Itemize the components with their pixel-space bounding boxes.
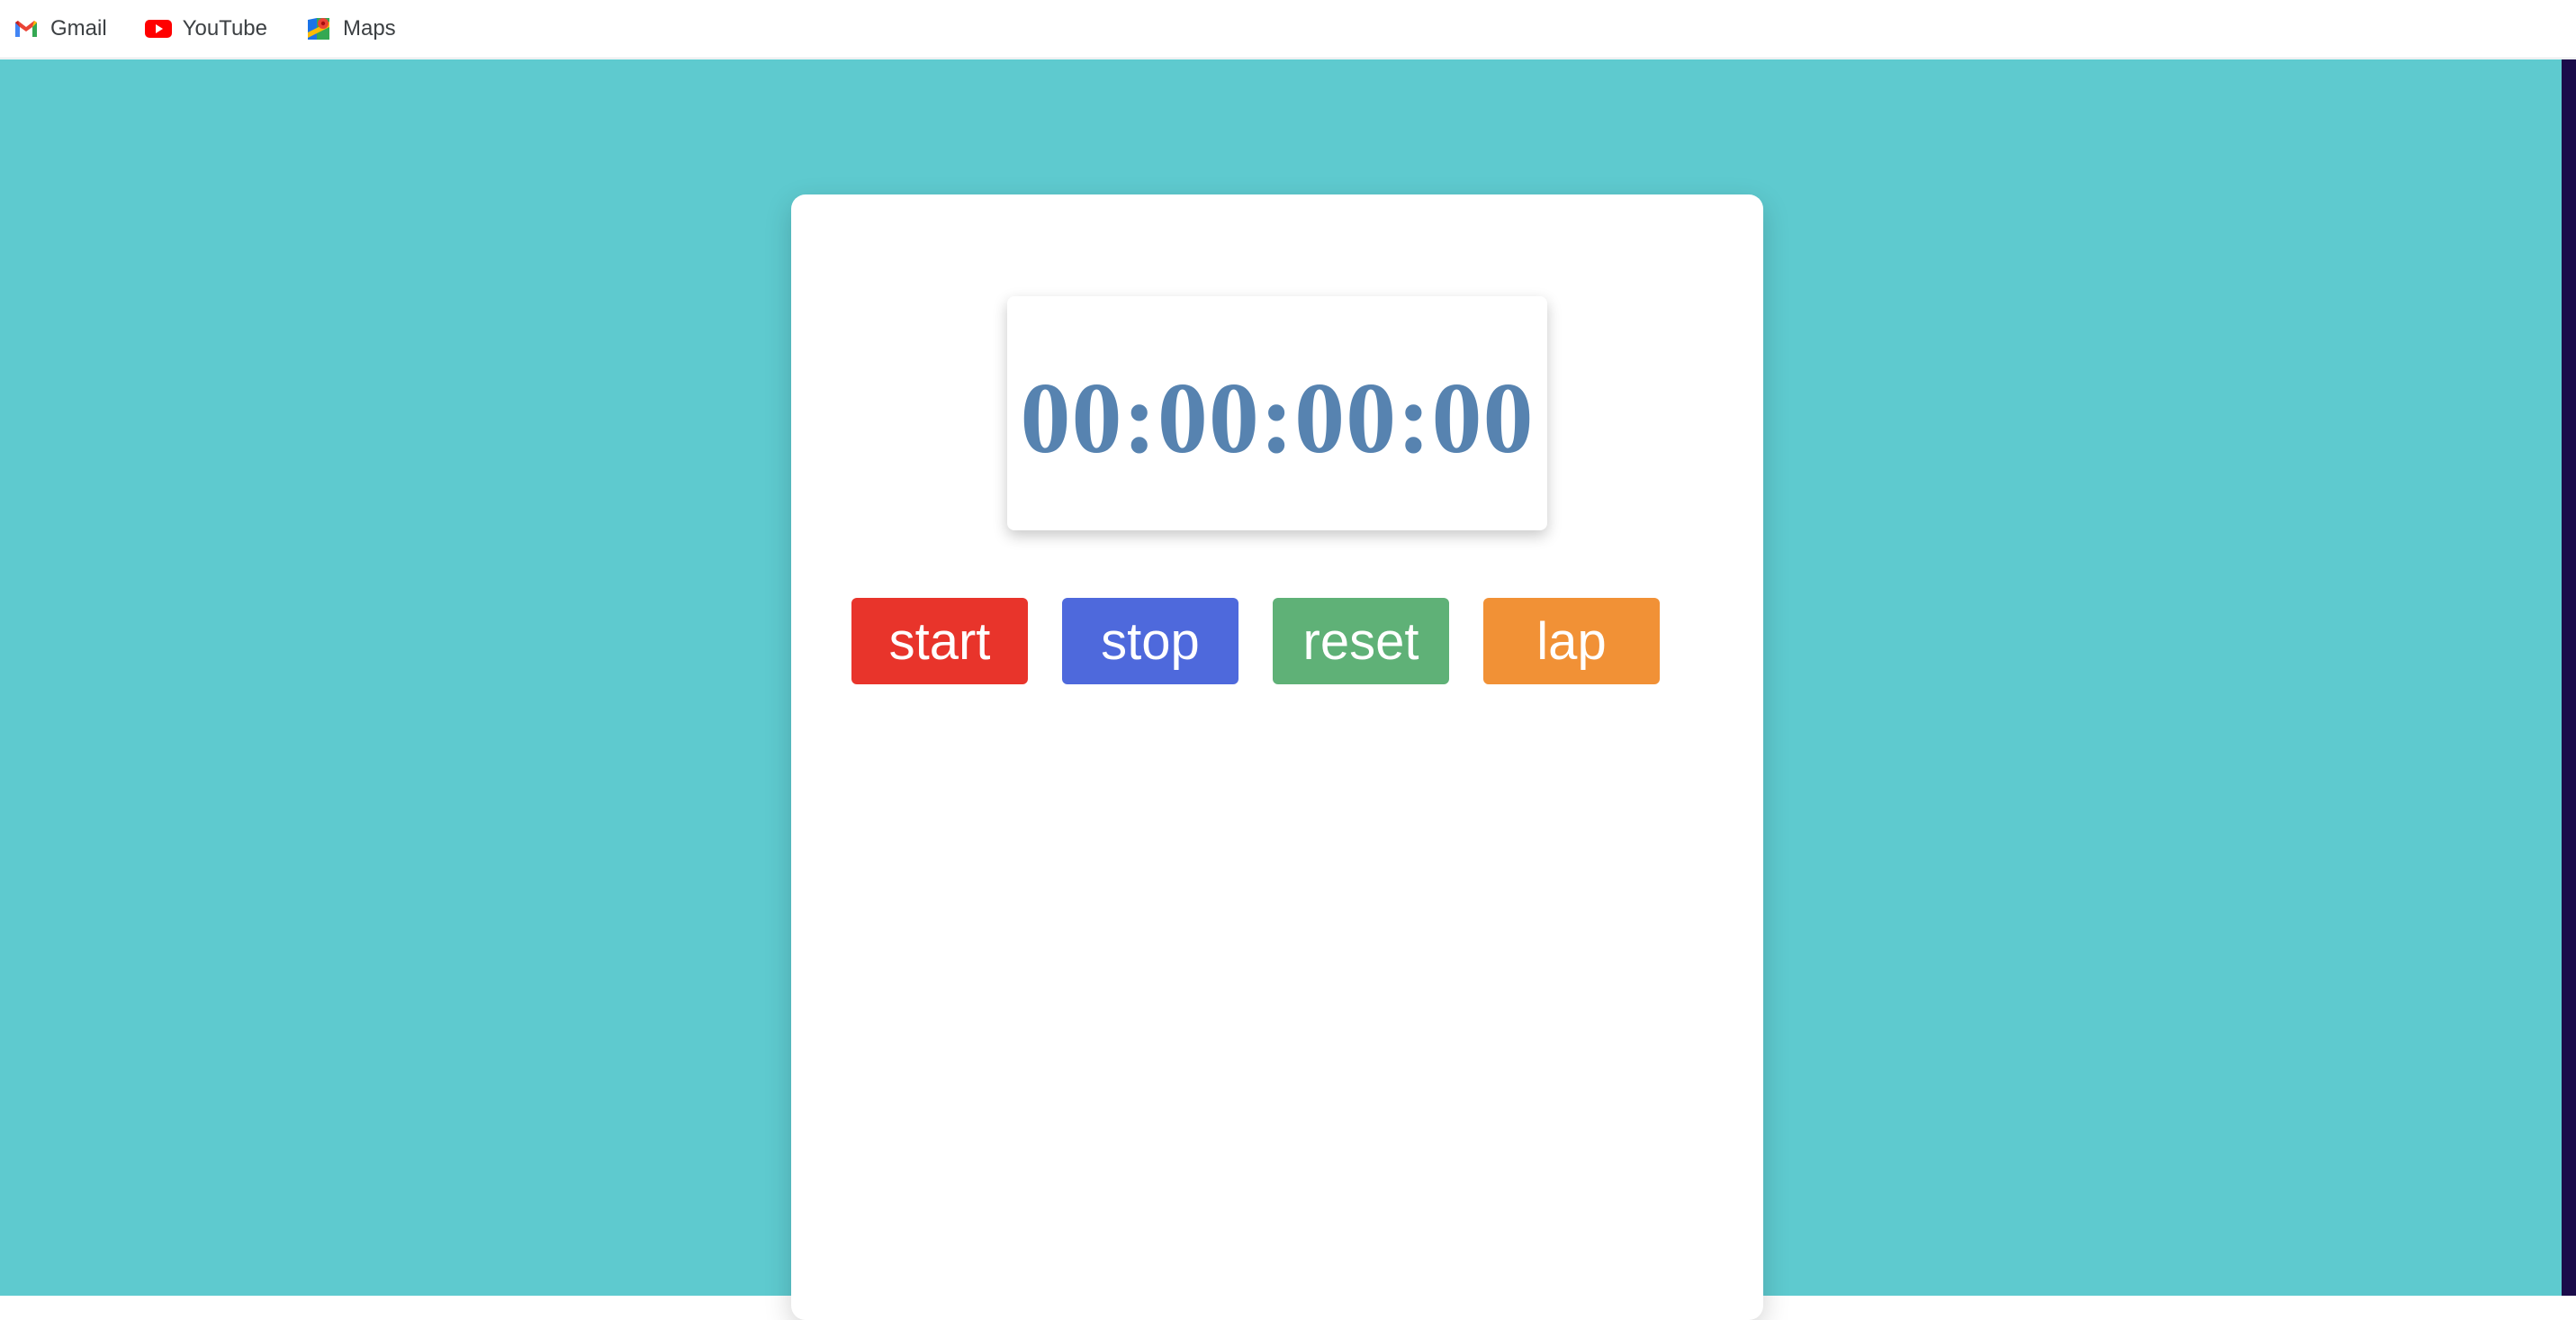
time-display: 00:00:00:00 [1007,296,1547,530]
maps-icon [305,15,332,42]
bookmark-label: YouTube [182,16,267,41]
window-edge [2562,59,2576,1296]
stopwatch-card: 00:00:00:00 start stop reset lap [791,194,1763,1320]
stop-button[interactable]: stop [1062,598,1238,684]
controls: start stop reset lap [851,598,1707,684]
bookmark-label: Gmail [50,16,107,41]
gmail-icon [13,15,40,42]
youtube-icon [144,15,172,42]
bookmark-maps[interactable]: Maps [305,8,409,50]
bookmark-label: Maps [342,16,396,41]
bookmarks-bar: Gmail YouTube Maps [0,0,2576,59]
reset-button[interactable]: reset [1273,598,1449,684]
start-button[interactable]: start [851,598,1028,684]
page-background: 00:00:00:00 start stop reset lap [0,59,2562,1320]
elapsed-time: 00:00:00:00 [1020,363,1535,475]
lap-button[interactable]: lap [1483,598,1660,684]
bookmark-youtube[interactable]: YouTube [144,8,280,50]
bookmark-gmail[interactable]: Gmail [13,8,120,50]
